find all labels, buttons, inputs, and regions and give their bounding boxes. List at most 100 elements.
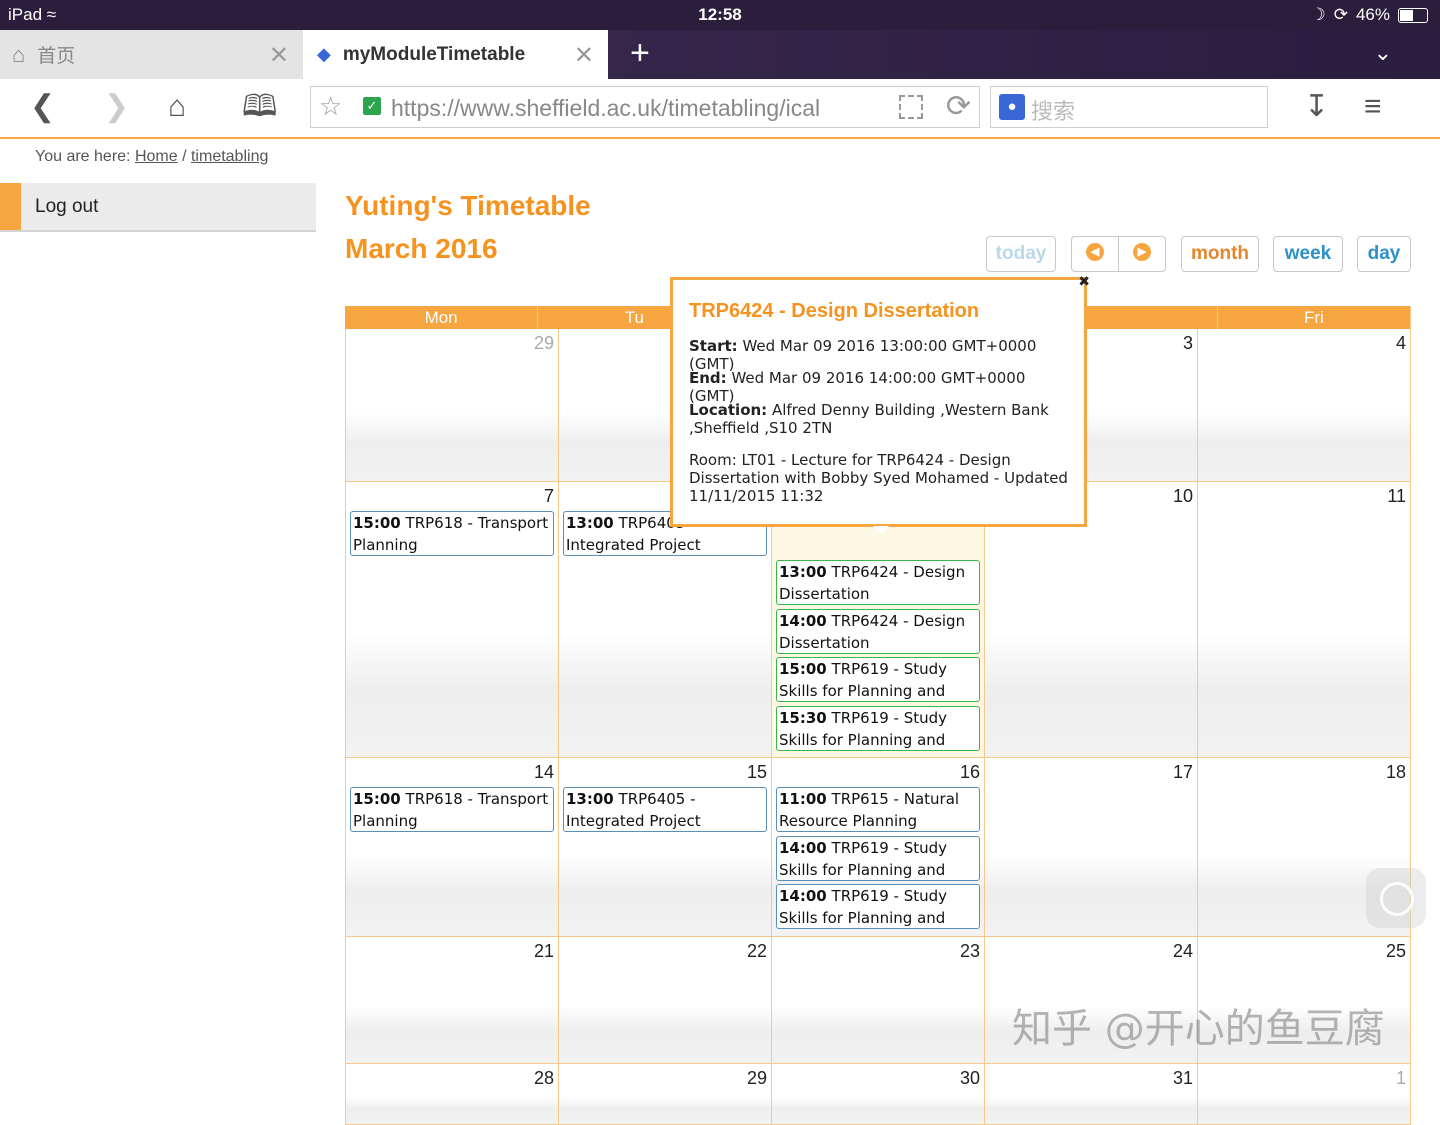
today-button[interactable]: today bbox=[986, 236, 1056, 272]
week-button[interactable]: week bbox=[1273, 236, 1343, 272]
event-time: 15:30 bbox=[779, 708, 827, 727]
close-icon[interactable]: ✕ bbox=[574, 41, 594, 70]
calendar-event[interactable]: 15:30 TRP619 - Study Skills for Planning… bbox=[776, 705, 980, 751]
event-time: 15:00 bbox=[779, 660, 827, 678]
tab-timetable[interactable]: ◆ myModuleTimetable ✕ bbox=[303, 30, 608, 79]
calendar-event[interactable]: 13:00 TRP6424 - Design Dissertation bbox=[776, 560, 980, 605]
moon-icon: ☽ bbox=[1310, 5, 1326, 24]
end-value: Wed Mar 09 2016 14:00:00 GMT+0000 (GMT) bbox=[689, 369, 1026, 405]
popover-arrow bbox=[873, 526, 889, 534]
reload-icon[interactable]: ⟳ bbox=[946, 89, 971, 124]
event-time: 13:00 bbox=[566, 514, 614, 532]
download-icon[interactable]: ↧ bbox=[1304, 89, 1329, 125]
event-time: 13:00 bbox=[779, 563, 827, 581]
calendar-day[interactable]: 30 bbox=[772, 1064, 985, 1124]
event-popover: ✖ TRP6424 - Design Dissertation Start: W… bbox=[670, 274, 1090, 534]
menu-icon[interactable]: ≡ bbox=[1364, 89, 1382, 125]
breadcrumb-prefix: You are here: bbox=[35, 148, 131, 165]
day-button[interactable]: day bbox=[1357, 236, 1411, 272]
month-button[interactable]: month bbox=[1181, 236, 1259, 272]
close-popover-icon[interactable]: ✖ bbox=[1078, 274, 1090, 290]
calendar-event[interactable]: 11:00 TRP615 - Natural Resource Planning bbox=[776, 787, 980, 832]
calendar-event[interactable]: 14:00 TRP619 - Study Skills for Planning… bbox=[776, 884, 980, 929]
status-time: 12:58 bbox=[698, 5, 742, 24]
calendar-day[interactable]: 29 bbox=[345, 329, 559, 481]
baidu-icon: ● bbox=[999, 94, 1025, 120]
popover-location: Location: Alfred Denny Building ,Western… bbox=[689, 401, 1069, 437]
event-time: 14:00 bbox=[779, 611, 827, 630]
tab-strip: ⌂ 首页 ✕ ◆ myModuleTimetable ✕ + ⌄ bbox=[0, 30, 1440, 79]
breadcrumb-home-link[interactable]: Home bbox=[135, 148, 178, 165]
event-time: 11:00 bbox=[779, 790, 827, 808]
calendar-event[interactable]: 15:00 TRP618 - Transport Planning bbox=[350, 511, 554, 556]
home-icon[interactable]: ⌂ bbox=[168, 89, 186, 125]
calendar-day[interactable]: 28 bbox=[345, 1064, 559, 1124]
day-number: 15 bbox=[746, 762, 767, 782]
calendar-event[interactable]: 14:00 TRP6424 - Design Dissertation bbox=[776, 608, 980, 654]
breadcrumb: You are here: Home / timetabling bbox=[35, 148, 268, 166]
bookmark-icon[interactable]: 🕮 bbox=[242, 89, 277, 125]
status-bar: iPad ≈ 12:58 ☽ ⟳ 46% bbox=[0, 0, 1440, 30]
calendar-day[interactable]: 22 bbox=[559, 937, 772, 1063]
popover-start: Start: Wed Mar 09 2016 13:00:00 GMT+0000… bbox=[689, 337, 1069, 373]
day-number: 18 bbox=[1385, 762, 1406, 782]
calendar-day[interactable]: 17 bbox=[985, 758, 1198, 936]
prev-button[interactable]: ◀ bbox=[1071, 236, 1119, 272]
address-bar[interactable]: ☆ ✓ https://www.sheffield.ac.uk/timetabl… bbox=[310, 86, 980, 128]
calendar-day[interactable]: 4 bbox=[1198, 329, 1411, 481]
watermark: 知乎 @开心的鱼豆腐 bbox=[1012, 1006, 1385, 1052]
day-number: 4 bbox=[1395, 333, 1406, 353]
tab-home[interactable]: ⌂ 首页 ✕ bbox=[0, 30, 303, 79]
day-number: 29 bbox=[533, 333, 554, 353]
forward-icon[interactable]: ❯ bbox=[104, 89, 129, 125]
calendar-day[interactable]: 15 13:00 TRP6405 - Integrated Project bbox=[559, 758, 772, 936]
back-icon[interactable]: ❮ bbox=[30, 89, 55, 125]
event-time: 15:00 bbox=[353, 514, 401, 532]
day-number: 10 bbox=[1172, 486, 1193, 506]
shield-icon: ◆ bbox=[317, 44, 331, 64]
search-box[interactable]: ● 搜索 bbox=[990, 86, 1268, 128]
calendar-day[interactable]: 23 bbox=[772, 937, 985, 1063]
calendar-day[interactable]: 31 bbox=[985, 1064, 1198, 1124]
breadcrumb-timetabling-link[interactable]: timetabling bbox=[191, 148, 268, 165]
calendar-week: 14 15:00 TRP618 - Transport Planning 15 13:… bbox=[345, 758, 1411, 937]
day-number: 25 bbox=[1385, 941, 1406, 961]
battery-percent: 46% bbox=[1355, 5, 1390, 24]
new-tab-icon[interactable]: + bbox=[630, 36, 650, 70]
breadcrumb-separator: / bbox=[182, 148, 187, 165]
calendar-day[interactable]: 16 11:00 TRP615 - Natural Resource Planni… bbox=[772, 758, 985, 936]
day-number: 16 bbox=[959, 762, 980, 782]
status-right: ☽ ⟳ 46% bbox=[1310, 5, 1428, 25]
calendar-day[interactable]: 29 bbox=[559, 1064, 772, 1124]
calendar-event[interactable]: 14:00 TRP619 - Study Skills for Planning… bbox=[776, 835, 980, 881]
calendar-day[interactable]: 21 bbox=[345, 937, 559, 1063]
calendar-event[interactable]: 15:00 TRP618 - Transport Planning bbox=[350, 787, 554, 832]
day-number: 31 bbox=[1172, 1068, 1193, 1088]
tab-title: myModuleTimetable bbox=[342, 43, 526, 65]
day-number: 1 bbox=[1395, 1068, 1406, 1088]
calendar-day[interactable]: 7 15:00 TRP618 - Transport Planning bbox=[345, 482, 559, 757]
location-label: Location: bbox=[689, 401, 768, 419]
calendar-event[interactable]: 15:00 TRP619 - Study Skills for Planning… bbox=[776, 657, 980, 702]
chevron-down-icon[interactable]: ⌄ bbox=[1374, 40, 1392, 66]
next-button[interactable]: ▶ bbox=[1118, 236, 1166, 272]
tab-title: 首页 bbox=[37, 46, 76, 67]
day-number: 29 bbox=[746, 1068, 767, 1088]
calendar-day[interactable]: 14 15:00 TRP618 - Transport Planning bbox=[345, 758, 559, 936]
prev-icon: ◀ bbox=[1086, 243, 1104, 262]
end-label: End: bbox=[689, 369, 727, 387]
url-text[interactable]: https://www.sheffield.ac.uk/timetabling/… bbox=[391, 95, 820, 122]
calendar-day[interactable]: 1 bbox=[1198, 1064, 1411, 1124]
close-icon[interactable]: ✕ bbox=[269, 41, 289, 70]
page-title: Yuting's Timetable bbox=[345, 190, 591, 221]
star-icon[interactable]: ☆ bbox=[319, 91, 342, 122]
event-time: 13:00 bbox=[566, 790, 614, 808]
assistive-touch-button[interactable] bbox=[1366, 868, 1426, 928]
day-number: 7 bbox=[543, 486, 554, 506]
logout-button[interactable]: Log out bbox=[0, 183, 316, 232]
qr-icon[interactable] bbox=[899, 95, 923, 119]
calendar-day[interactable]: 11 bbox=[1198, 482, 1411, 757]
battery-icon bbox=[1398, 7, 1428, 23]
day-number: 11 bbox=[1387, 486, 1406, 506]
calendar-event[interactable]: 13:00 TRP6405 - Integrated Project bbox=[563, 787, 767, 832]
